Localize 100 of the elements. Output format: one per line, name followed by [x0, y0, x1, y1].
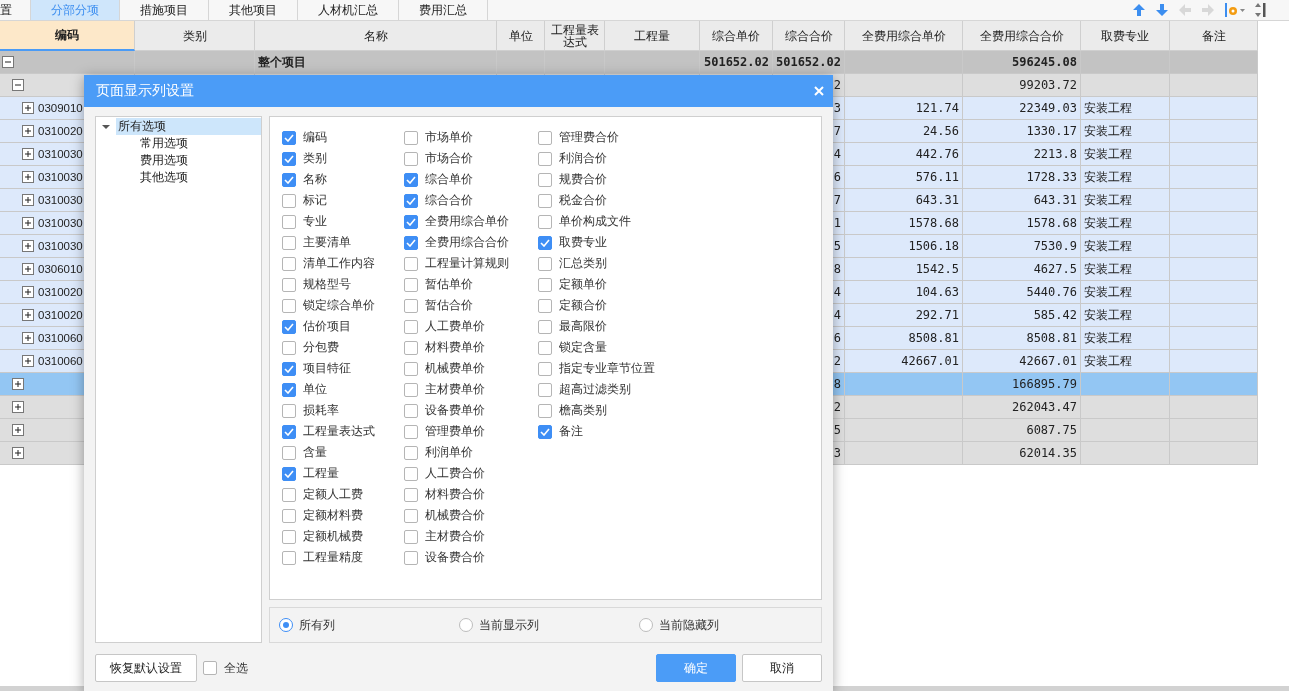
- checkbox[interactable]: [404, 298, 418, 313]
- checkbox[interactable]: [404, 235, 418, 250]
- checkbox[interactable]: [282, 529, 296, 544]
- checkbox[interactable]: [404, 382, 418, 397]
- checkbox[interactable]: [404, 193, 418, 208]
- expand-icon[interactable]: [22, 355, 34, 367]
- checkbox[interactable]: [282, 550, 296, 565]
- checkbox[interactable]: [404, 424, 418, 439]
- checkbox[interactable]: [538, 424, 552, 439]
- checkbox[interactable]: [538, 340, 552, 355]
- checkbox[interactable]: [282, 445, 296, 460]
- checkbox[interactable]: [282, 319, 296, 334]
- expand-icon[interactable]: [22, 332, 34, 344]
- expand-icon[interactable]: [22, 148, 34, 160]
- checkbox[interactable]: [404, 277, 418, 292]
- checkbox[interactable]: [282, 130, 296, 145]
- column-header[interactable]: 工程量: [605, 21, 700, 51]
- checkbox[interactable]: [404, 256, 418, 271]
- expand-icon[interactable]: [22, 217, 34, 229]
- column-header[interactable]: 单位: [497, 21, 545, 51]
- column-header[interactable]: 工程量表达式: [545, 21, 605, 51]
- checkbox[interactable]: [203, 661, 217, 675]
- checkbox[interactable]: [282, 466, 296, 481]
- checkbox[interactable]: [538, 256, 552, 271]
- checkbox[interactable]: [282, 256, 296, 271]
- checkbox[interactable]: [538, 382, 552, 397]
- sort-icon[interactable]: [1255, 2, 1267, 18]
- tree-item[interactable]: 其他选项: [138, 169, 190, 186]
- checkbox[interactable]: [538, 403, 552, 418]
- checkbox[interactable]: [404, 214, 418, 229]
- checkbox[interactable]: [404, 529, 418, 544]
- collapse-icon[interactable]: [2, 56, 14, 68]
- tree-item[interactable]: 所有选项: [116, 118, 261, 135]
- checkbox[interactable]: [282, 298, 296, 313]
- expand-icon[interactable]: [12, 401, 24, 413]
- expand-icon[interactable]: [22, 171, 34, 183]
- checkbox[interactable]: [404, 466, 418, 481]
- checkbox[interactable]: [538, 130, 552, 145]
- checkbox[interactable]: [538, 298, 552, 313]
- column-header[interactable]: 综合单价: [700, 21, 773, 51]
- checkbox[interactable]: [404, 487, 418, 502]
- table-row[interactable]: 整个项目 501652.02 501652.02 596245.08: [0, 51, 1258, 74]
- checkbox[interactable]: [404, 151, 418, 166]
- radio-button[interactable]: [279, 618, 293, 632]
- expand-icon[interactable]: [22, 309, 34, 321]
- checkbox[interactable]: [404, 172, 418, 187]
- checkbox[interactable]: [282, 508, 296, 523]
- checkbox[interactable]: [282, 172, 296, 187]
- tree-item[interactable]: 常用选项: [138, 135, 190, 152]
- down-arrow-icon[interactable]: [1155, 3, 1169, 17]
- expand-icon[interactable]: [12, 378, 24, 390]
- expand-icon[interactable]: [22, 286, 34, 298]
- checkbox[interactable]: [538, 319, 552, 334]
- checkbox[interactable]: [282, 382, 296, 397]
- checkbox[interactable]: [404, 130, 418, 145]
- checkbox[interactable]: [282, 235, 296, 250]
- column-header[interactable]: 类别: [135, 21, 255, 51]
- column-header[interactable]: 全费用综合合价: [963, 21, 1081, 51]
- checkbox[interactable]: [538, 151, 552, 166]
- tree-item[interactable]: 费用选项: [138, 152, 190, 169]
- cancel-button[interactable]: 取消: [742, 654, 822, 682]
- checkbox[interactable]: [538, 172, 552, 187]
- expand-icon[interactable]: [22, 125, 34, 137]
- checkbox[interactable]: [282, 424, 296, 439]
- checkbox[interactable]: [404, 403, 418, 418]
- checkbox[interactable]: [404, 508, 418, 523]
- checkbox[interactable]: [282, 487, 296, 502]
- checkbox[interactable]: [282, 214, 296, 229]
- checkbox[interactable]: [282, 151, 296, 166]
- checkbox[interactable]: [538, 235, 552, 250]
- expand-icon[interactable]: [22, 194, 34, 206]
- expand-icon[interactable]: [12, 447, 24, 459]
- up-arrow-icon[interactable]: [1132, 3, 1146, 17]
- checkbox[interactable]: [538, 214, 552, 229]
- checkbox[interactable]: [404, 550, 418, 565]
- checkbox[interactable]: [404, 445, 418, 460]
- radio-button[interactable]: [459, 618, 473, 632]
- right-arrow-icon[interactable]: [1201, 3, 1215, 17]
- checkbox[interactable]: [282, 403, 296, 418]
- checkbox[interactable]: [538, 193, 552, 208]
- column-header[interactable]: 备注: [1170, 21, 1258, 51]
- column-header[interactable]: 全费用综合单价: [845, 21, 963, 51]
- tab[interactable]: 置: [0, 0, 31, 20]
- checkbox[interactable]: [282, 361, 296, 376]
- checkbox[interactable]: [404, 319, 418, 334]
- expand-icon[interactable]: [12, 424, 24, 436]
- expand-icon[interactable]: [22, 263, 34, 275]
- radio-button[interactable]: [639, 618, 653, 632]
- checkbox[interactable]: [538, 361, 552, 376]
- checkbox[interactable]: [538, 277, 552, 292]
- collapse-icon[interactable]: [12, 79, 24, 91]
- column-header[interactable]: 名称: [255, 21, 497, 51]
- checkbox[interactable]: [282, 340, 296, 355]
- checkbox[interactable]: [404, 340, 418, 355]
- checkbox[interactable]: [282, 193, 296, 208]
- column-header[interactable]: 编码: [0, 21, 135, 51]
- column-header[interactable]: 综合合价: [773, 21, 845, 51]
- column-header[interactable]: 取费专业: [1081, 21, 1170, 51]
- expand-icon[interactable]: [22, 102, 34, 114]
- close-icon[interactable]: [813, 85, 825, 97]
